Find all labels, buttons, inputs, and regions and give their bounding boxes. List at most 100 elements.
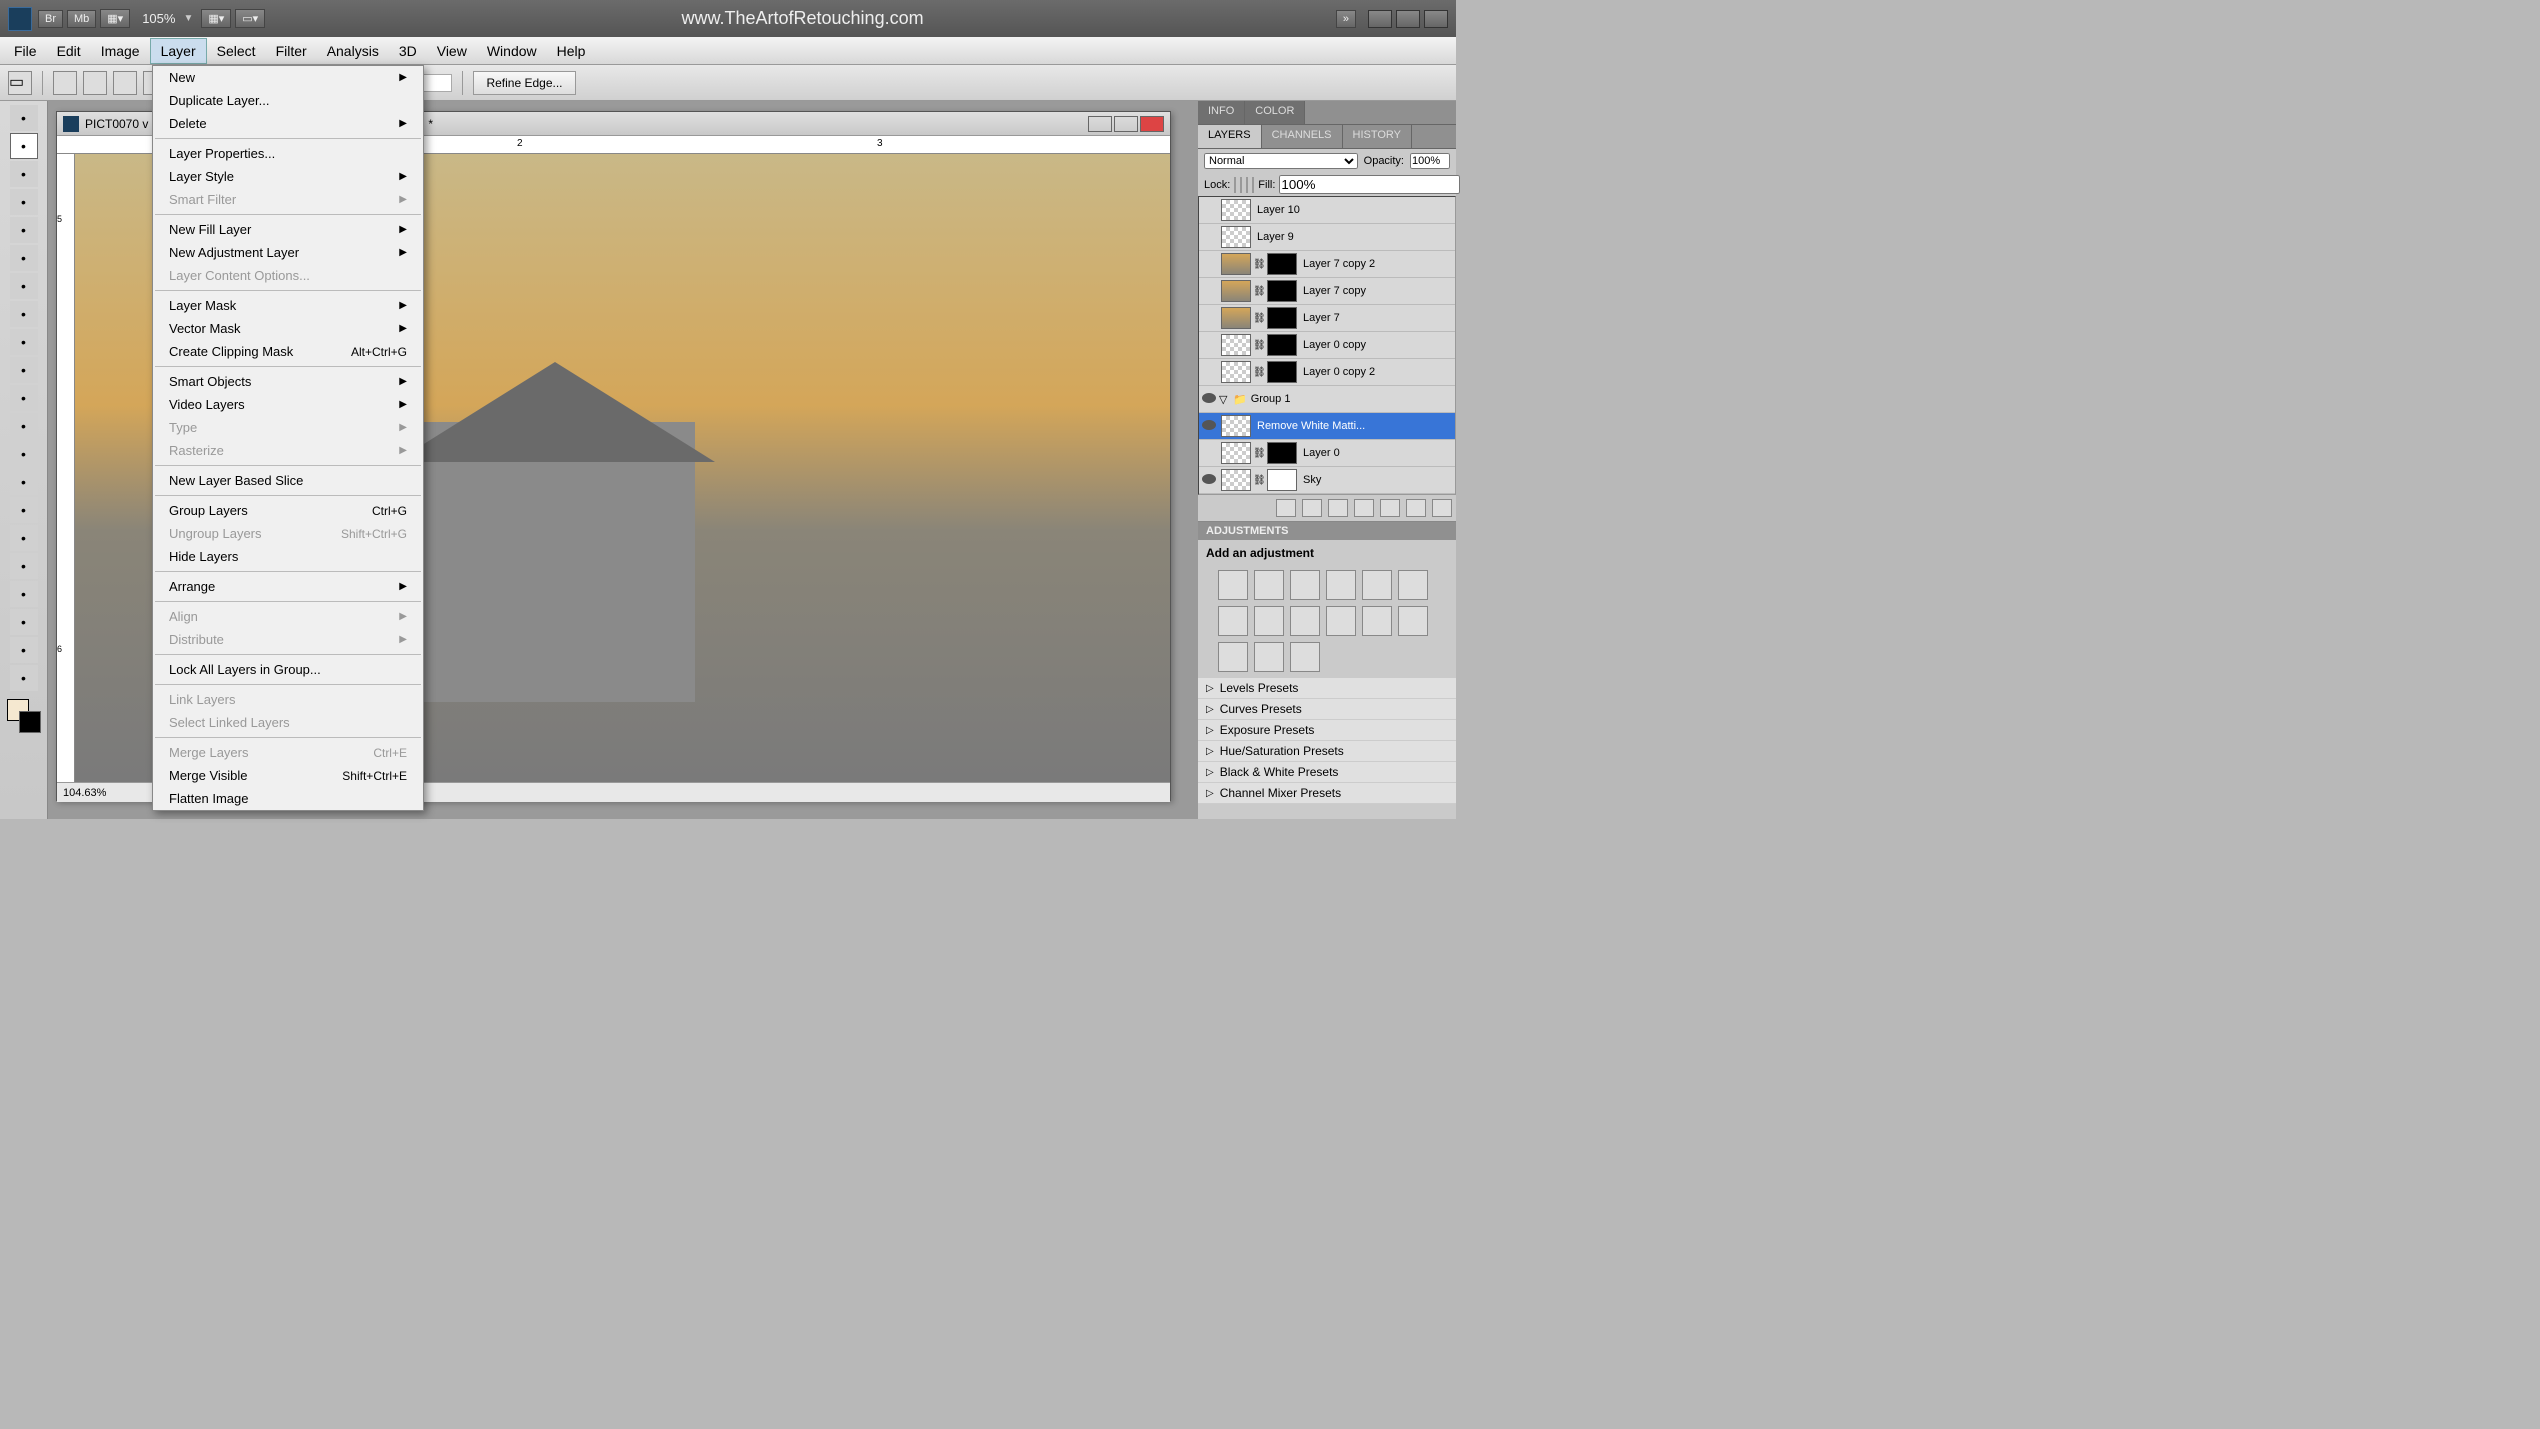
screen-mode-button[interactable]: ▭▾ xyxy=(235,9,265,28)
stamp-tool[interactable]: • xyxy=(10,329,38,355)
menu-edit[interactable]: Edit xyxy=(47,39,91,63)
layer-row[interactable]: ⛓Layer 0 copy 2 xyxy=(1199,359,1455,386)
menu-view[interactable]: View xyxy=(427,39,477,63)
tab-info[interactable]: INFO xyxy=(1198,101,1245,124)
layer-name[interactable]: Layer 7 copy xyxy=(1299,285,1455,297)
menu-item-delete[interactable]: Delete▶ xyxy=(153,112,423,135)
menu-item-new-layer-based-slice[interactable]: New Layer Based Slice xyxy=(153,469,423,492)
menu-item-duplicate-layer-[interactable]: Duplicate Layer... xyxy=(153,89,423,112)
preset-exposure-presets[interactable]: ▷Exposure Presets xyxy=(1198,720,1456,741)
selection-add-icon[interactable] xyxy=(83,71,107,95)
menu-layer[interactable]: Layer xyxy=(150,38,207,64)
mask-thumbnail[interactable] xyxy=(1267,334,1297,356)
view-extras-button[interactable]: ▦▾ xyxy=(100,9,130,28)
gradient-map-icon[interactable] xyxy=(1254,642,1284,672)
adjustment-layer-icon[interactable] xyxy=(1354,499,1374,517)
close-button[interactable] xyxy=(1424,10,1448,28)
new-layer-icon[interactable] xyxy=(1406,499,1426,517)
menu-item-layer-style[interactable]: Layer Style▶ xyxy=(153,165,423,188)
menu-item-new-fill-layer[interactable]: New Fill Layer▶ xyxy=(153,218,423,241)
color-balance-icon[interactable] xyxy=(1218,606,1248,636)
eraser-tool[interactable]: • xyxy=(10,385,38,411)
layer-thumbnail[interactable] xyxy=(1221,280,1251,302)
menu-item-merge-visible[interactable]: Merge VisibleShift+Ctrl+E xyxy=(153,764,423,787)
menu-item-layer-mask[interactable]: Layer Mask▶ xyxy=(153,294,423,317)
menu-window[interactable]: Window xyxy=(477,39,547,63)
layer-name[interactable]: Layer 0 copy 2 xyxy=(1299,366,1455,378)
brush-tool[interactable]: • xyxy=(10,301,38,327)
doc-maximize-button[interactable] xyxy=(1114,116,1138,132)
menu-item-lock-all-layers-in-group-[interactable]: Lock All Layers in Group... xyxy=(153,658,423,681)
refine-edge-button[interactable]: Refine Edge... xyxy=(473,71,575,95)
photo-filter-icon[interactable] xyxy=(1290,606,1320,636)
menu-item-flatten-image[interactable]: Flatten Image xyxy=(153,787,423,810)
lock-all-icon[interactable] xyxy=(1252,177,1254,193)
layer-thumbnail[interactable] xyxy=(1221,442,1251,464)
visibility-toggle[interactable] xyxy=(1199,393,1219,406)
menu-item-group-layers[interactable]: Group LayersCtrl+G xyxy=(153,499,423,522)
color-swatches[interactable] xyxy=(7,699,41,733)
3d-tool[interactable]: • xyxy=(10,609,38,635)
dodge-tool[interactable]: • xyxy=(10,469,38,495)
mask-thumbnail[interactable] xyxy=(1267,469,1297,491)
threshold-icon[interactable] xyxy=(1218,642,1248,672)
layer-mask-icon[interactable] xyxy=(1328,499,1348,517)
lock-position-icon[interactable] xyxy=(1246,177,1248,193)
wand-tool[interactable]: • xyxy=(10,189,38,215)
layer-name[interactable]: Layer 0 xyxy=(1299,447,1455,459)
preset-channel-mixer-presets[interactable]: ▷Channel Mixer Presets xyxy=(1198,783,1456,804)
mask-thumbnail[interactable] xyxy=(1267,280,1297,302)
menu-item-arrange[interactable]: Arrange▶ xyxy=(153,575,423,598)
shape-tool[interactable]: • xyxy=(10,581,38,607)
blend-mode-select[interactable]: Normal xyxy=(1204,153,1358,169)
tab-color[interactable]: COLOR xyxy=(1245,101,1305,124)
tab-history[interactable]: HISTORY xyxy=(1343,125,1413,148)
opacity-input[interactable] xyxy=(1410,153,1450,169)
preset-curves-presets[interactable]: ▷Curves Presets xyxy=(1198,699,1456,720)
vibrance-icon[interactable] xyxy=(1362,570,1392,600)
menu-item-video-layers[interactable]: Video Layers▶ xyxy=(153,393,423,416)
status-zoom[interactable]: 104.63% xyxy=(63,787,106,799)
posterize-icon[interactable] xyxy=(1398,606,1428,636)
layer-thumbnail[interactable] xyxy=(1221,469,1251,491)
menu-item-vector-mask[interactable]: Vector Mask▶ xyxy=(153,317,423,340)
mask-thumbnail[interactable] xyxy=(1267,361,1297,383)
layer-row[interactable]: ⛓Layer 0 xyxy=(1199,440,1455,467)
type-tool[interactable]: • xyxy=(10,525,38,551)
layer-thumbnail[interactable] xyxy=(1221,361,1251,383)
crop-tool[interactable]: • xyxy=(10,217,38,243)
lock-transparent-icon[interactable] xyxy=(1234,177,1236,193)
doc-minimize-button[interactable] xyxy=(1088,116,1112,132)
layer-row[interactable]: Layer 9 xyxy=(1199,224,1455,251)
preset-black-white-presets[interactable]: ▷Black & White Presets xyxy=(1198,762,1456,783)
layer-name[interactable]: Layer 7 xyxy=(1299,312,1455,324)
layer-thumbnail[interactable] xyxy=(1221,334,1251,356)
layer-row[interactable]: ⛓Sky xyxy=(1199,467,1455,494)
layer-fx-icon[interactable] xyxy=(1302,499,1322,517)
heal-tool[interactable]: • xyxy=(10,273,38,299)
layer-row[interactable]: Layer 10 xyxy=(1199,197,1455,224)
layer-name[interactable]: Remove White Matti... xyxy=(1253,420,1455,432)
menu-item-smart-objects[interactable]: Smart Objects▶ xyxy=(153,370,423,393)
expand-icon[interactable]: ▽ xyxy=(1219,393,1233,406)
lock-pixels-icon[interactable] xyxy=(1240,177,1242,193)
layer-row[interactable]: ⛓Layer 0 copy xyxy=(1199,332,1455,359)
layer-name[interactable]: Layer 10 xyxy=(1253,204,1455,216)
mask-thumbnail[interactable] xyxy=(1267,442,1297,464)
tab-layers[interactable]: LAYERS xyxy=(1198,125,1262,148)
preset-levels-presets[interactable]: ▷Levels Presets xyxy=(1198,678,1456,699)
layer-thumbnail[interactable] xyxy=(1221,226,1251,248)
layer-thumbnail[interactable] xyxy=(1221,199,1251,221)
menu-help[interactable]: Help xyxy=(547,39,596,63)
lasso-tool[interactable]: • xyxy=(10,161,38,187)
selective-color-icon[interactable] xyxy=(1290,642,1320,672)
hue-sat-icon[interactable] xyxy=(1398,570,1428,600)
menu-item-new[interactable]: New▶ xyxy=(153,66,423,89)
doc-close-button[interactable] xyxy=(1140,116,1164,132)
mask-thumbnail[interactable] xyxy=(1267,253,1297,275)
layer-row[interactable]: Remove White Matti... xyxy=(1199,413,1455,440)
menu-item-create-clipping-mask[interactable]: Create Clipping MaskAlt+Ctrl+G xyxy=(153,340,423,363)
menu-item-hide-layers[interactable]: Hide Layers xyxy=(153,545,423,568)
menu-3d[interactable]: 3D xyxy=(389,39,427,63)
pen-tool[interactable]: • xyxy=(10,497,38,523)
